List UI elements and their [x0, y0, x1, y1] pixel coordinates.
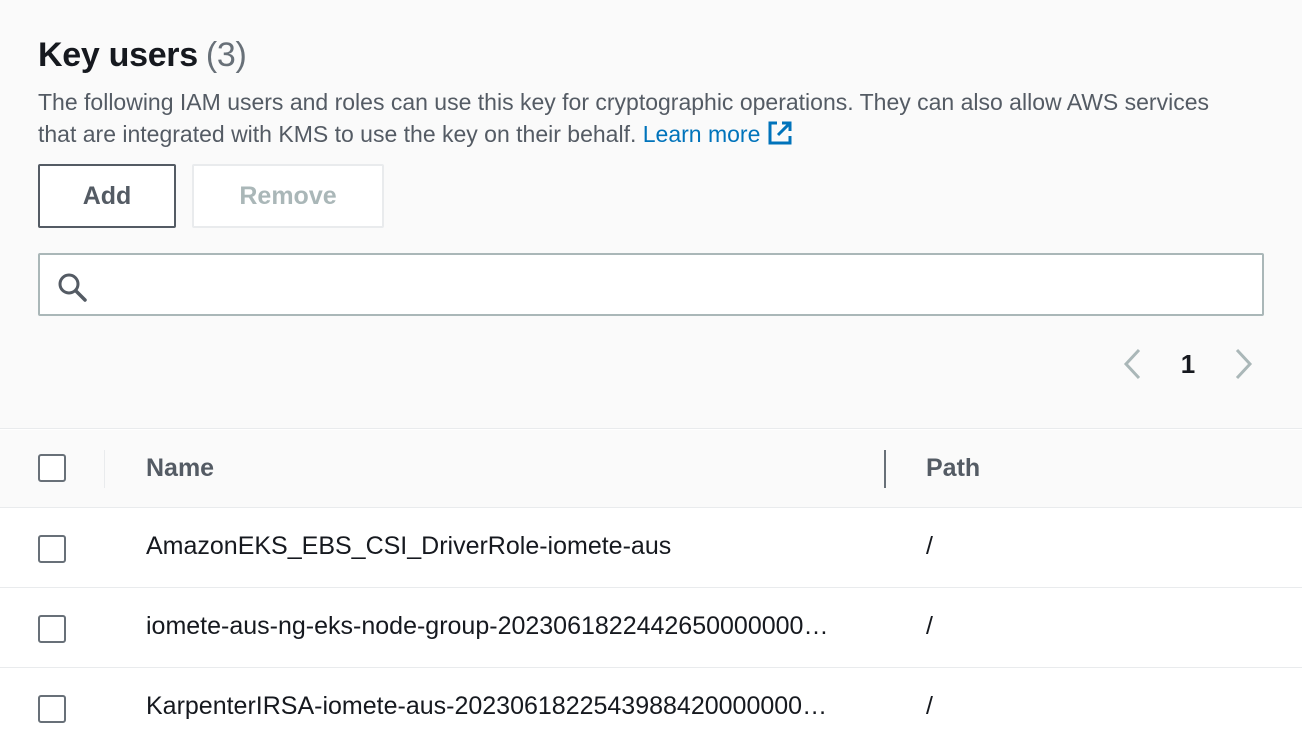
column-resizer[interactable] [884, 450, 886, 488]
next-page-button[interactable] [1224, 344, 1264, 384]
current-page-number[interactable]: 1 [1152, 349, 1224, 380]
learn-more-label: Learn more [642, 121, 761, 147]
section-count: (3) [205, 36, 247, 74]
remove-button[interactable]: Remove [192, 164, 384, 228]
search-input[interactable] [100, 255, 1250, 314]
search-box[interactable] [38, 253, 1264, 316]
row-name: KarpenterIRSA-iomete-aus-202306182254398… [146, 692, 838, 720]
row-checkbox[interactable] [38, 615, 66, 643]
row-path: / [926, 692, 933, 720]
learn-more-link[interactable]: Learn more [643, 121, 795, 147]
row-checkbox[interactable] [38, 535, 66, 563]
column-header-path[interactable]: Path [926, 454, 980, 483]
pagination: 1 [1112, 344, 1264, 384]
row-path: / [926, 532, 933, 560]
row-checkbox[interactable] [38, 695, 66, 723]
column-header-name[interactable]: Name [146, 454, 214, 483]
search-icon [58, 273, 87, 302]
table-row[interactable]: KarpenterIRSA-iomete-aus-202306182254398… [0, 668, 1302, 746]
column-divider [104, 450, 105, 488]
section-description: The following IAM users and roles can us… [38, 86, 1228, 150]
table-row[interactable]: iomete-aus-ng-eks-node-group-20230618224… [0, 588, 1302, 668]
section-title-text: Key users [38, 36, 198, 74]
chevron-left-icon [1123, 348, 1141, 380]
description-text: The following IAM users and roles can us… [38, 89, 1209, 147]
chevron-right-icon [1235, 348, 1253, 380]
previous-page-button[interactable] [1112, 344, 1152, 384]
table-row[interactable]: AmazonEKS_EBS_CSI_DriverRole-iomete-aus … [0, 508, 1302, 588]
row-name: AmazonEKS_EBS_CSI_DriverRole-iomete-aus [146, 532, 672, 560]
row-name: iomete-aus-ng-eks-node-group-20230618224… [146, 612, 838, 640]
select-all-checkbox[interactable] [38, 454, 66, 482]
table-header: Name Path [0, 430, 1302, 508]
external-link-icon [768, 121, 792, 145]
key-users-header-panel: Key users (3) The following IAM users and… [0, 0, 1302, 429]
section-title: Key users (3) [38, 36, 247, 75]
add-button[interactable]: Add [38, 164, 176, 228]
row-path: / [926, 612, 933, 640]
